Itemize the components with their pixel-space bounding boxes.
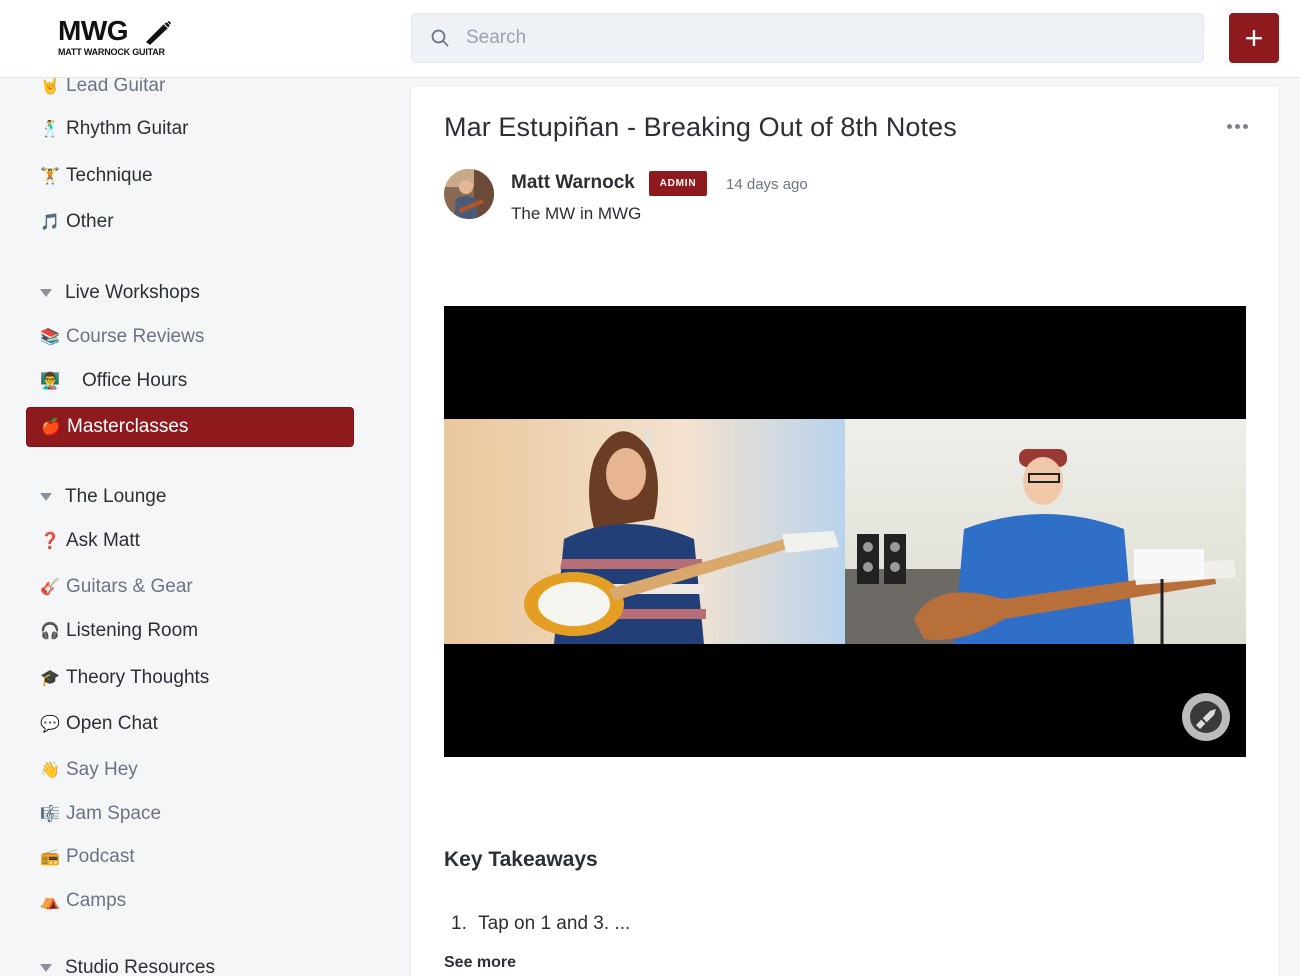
video-thumbnail (444, 419, 1246, 644)
sidebar-item-label: Open Chat (66, 713, 158, 734)
sidebar-item-listening-room[interactable]: 🎧 Listening Room (26, 611, 354, 651)
post-title: Mar Estupiñan - Breaking Out of 8th Note… (444, 112, 957, 142)
sidebar-item-lead-guitar[interactable]: 🤘 Lead Guitar (26, 78, 354, 106)
question-mark-icon: ❓ (40, 533, 60, 550)
sidebar-item-label: Other (66, 211, 114, 232)
avatar[interactable] (444, 169, 494, 219)
waving-hand-icon: 👋 (40, 762, 60, 779)
sidebar-item-label: Jam Space (66, 803, 162, 824)
section-heading: Key Takeaways (444, 848, 598, 871)
teacher-icon: 👨‍🏫 (40, 373, 60, 390)
post-timestamp[interactable]: 14 days ago (726, 176, 808, 193)
dot-icon (1226, 123, 1232, 129)
see-more-link[interactable]: See more (444, 954, 516, 972)
video-player[interactable] (444, 306, 1246, 757)
sidebar-item-label: Course Reviews (66, 326, 205, 347)
sidebar-item-guitars-gear[interactable]: 🎸 Guitars & Gear (26, 567, 354, 607)
weightlifter-icon: 🏋 (40, 168, 60, 185)
sidebar-item-label: Podcast (66, 846, 135, 867)
sidebar-item-label: Rhythm Guitar (66, 118, 189, 139)
caret-down-icon (40, 493, 52, 501)
rock-hand-icon: 🤘 (40, 78, 60, 95)
top-header: MWG MATT WARNOCK GUITAR + (0, 0, 1300, 78)
sidebar-item-camps[interactable]: ⛺ Camps (26, 881, 354, 921)
brand-logo[interactable]: MWG MATT WARNOCK GUITAR (58, 16, 188, 62)
radio-icon: 📻 (40, 849, 60, 866)
sidebar: 🤘 Lead Guitar 🕺 Rhythm Guitar 🏋 Techniqu… (0, 78, 396, 976)
sidebar-group-label: Live Workshops (65, 282, 200, 303)
guitar-watermark-icon (1182, 693, 1230, 741)
add-post-button[interactable]: + (1229, 13, 1279, 63)
caret-down-icon (40, 964, 52, 972)
guitar-icon: 🎸 (40, 579, 60, 596)
headphones-icon: 🎧 (40, 623, 60, 640)
sidebar-item-say-hey[interactable]: 👋 Say Hey (26, 750, 354, 790)
more-options-button[interactable] (1225, 118, 1249, 134)
sidebar-group-live-workshops[interactable]: Live Workshops (26, 273, 354, 313)
sidebar-item-label: Guitars & Gear (66, 576, 193, 597)
sidebar-item-theory-thoughts[interactable]: 🎓 Theory Thoughts (26, 658, 354, 698)
apple-icon: 🍎 (41, 419, 61, 436)
sidebar-group-label: The Lounge (65, 486, 167, 507)
sidebar-item-technique[interactable]: 🏋 Technique (26, 156, 354, 196)
author-name[interactable]: Matt Warnock (511, 172, 635, 194)
sidebar-item-jam-space[interactable]: 🎼 Jam Space (26, 794, 354, 834)
list-text: Tap on 1 and 3. ... (478, 913, 631, 934)
admin-badge: ADMIN (649, 171, 707, 196)
caret-down-icon (40, 289, 52, 297)
sidebar-group-the-lounge[interactable]: The Lounge (26, 477, 354, 517)
sidebar-item-label: Technique (66, 165, 153, 186)
sidebar-group-label: Studio Resources (65, 957, 215, 976)
sidebar-item-masterclasses[interactable]: 🍎 Masterclasses (26, 407, 354, 447)
music-note-icon: 🎵 (40, 214, 60, 231)
sidebar-item-label: Say Hey (66, 759, 138, 780)
author-tagline: The MW in MWG (511, 204, 642, 223)
search-icon (431, 29, 449, 47)
sidebar-item-label: Camps (66, 890, 127, 911)
books-icon: 📚 (40, 329, 60, 346)
tent-icon: ⛺ (40, 893, 60, 910)
sidebar-item-office-hours[interactable]: 👨‍🏫 Office Hours (26, 361, 354, 401)
sidebar-item-podcast[interactable]: 📻 Podcast (26, 837, 354, 877)
sidebar-item-label: Masterclasses (67, 416, 189, 437)
sidebar-item-open-chat[interactable]: 💬 Open Chat (26, 704, 354, 744)
sidebar-item-label: Listening Room (66, 620, 199, 641)
list-number: 1. (451, 913, 467, 934)
search-input[interactable] (466, 14, 1203, 62)
music-score-icon: 🎼 (40, 806, 60, 823)
sidebar-item-ask-matt[interactable]: ❓ Ask Matt (26, 521, 354, 561)
sidebar-item-label: Ask Matt (66, 530, 140, 551)
dot-icon (1242, 123, 1248, 129)
graduation-cap-icon: 🎓 (40, 670, 60, 687)
dot-icon (1234, 123, 1240, 129)
post-card: Mar Estupiñan - Breaking Out of 8th Note… (411, 86, 1279, 976)
sidebar-item-label: Office Hours (82, 370, 188, 391)
sidebar-item-label: Lead Guitar (66, 78, 166, 96)
sidebar-item-other[interactable]: 🎵 Other (26, 202, 354, 242)
sidebar-item-course-reviews[interactable]: 📚 Course Reviews (26, 317, 354, 357)
dancer-icon: 🕺 (40, 121, 60, 138)
plus-icon: + (1244, 20, 1264, 56)
avatar-image (444, 169, 494, 219)
sidebar-item-rhythm-guitar[interactable]: 🕺 Rhythm Guitar (26, 109, 354, 149)
guitar-pen-icon (146, 21, 171, 45)
search-bar[interactable] (411, 13, 1204, 63)
speech-bubble-icon: 💬 (40, 716, 60, 733)
logo-text: MWG (58, 15, 129, 46)
sidebar-group-studio-resources[interactable]: Studio Resources (26, 948, 354, 976)
logo-subtext: MATT WARNOCK GUITAR (58, 47, 165, 57)
sidebar-item-label: Theory Thoughts (66, 667, 210, 688)
list-item: 1. Tap on 1 and 3. ... (451, 913, 630, 935)
